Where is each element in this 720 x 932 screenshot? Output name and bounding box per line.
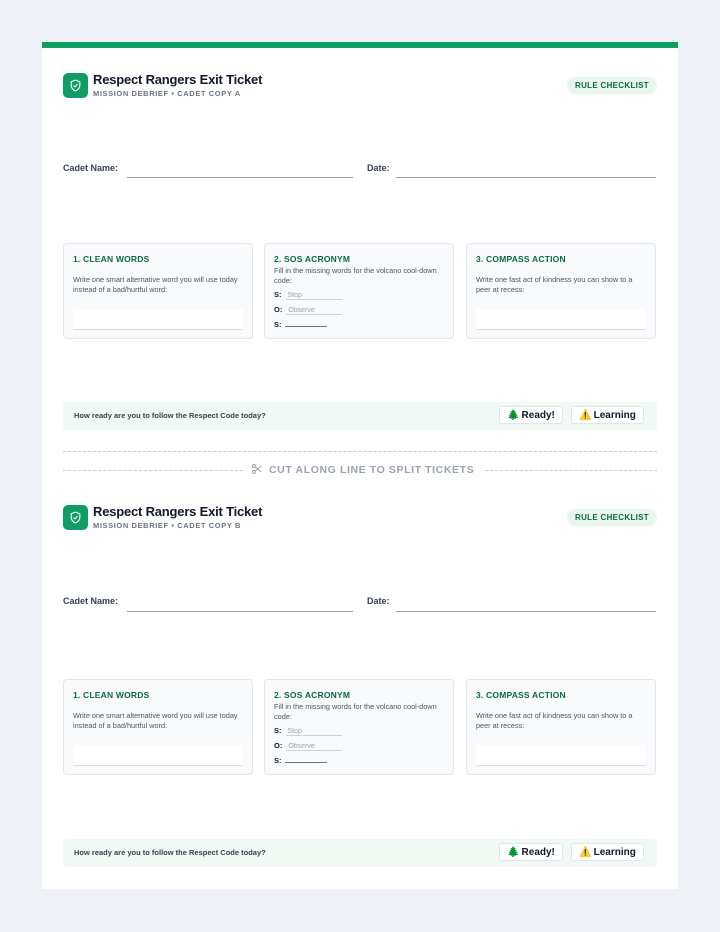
sos-row-o: O: Observe <box>274 741 343 751</box>
exit-ticket-sheet: Respect Rangers Exit Ticket MISSION DEBR… <box>42 42 678 889</box>
ready-label: Ready! <box>521 846 555 858</box>
card-title: 2. SOS ACRONYM <box>274 690 351 700</box>
card-clean-words: 1. CLEAN WORDS Write one smart alternati… <box>63 679 253 775</box>
shield-check-icon <box>63 73 88 98</box>
sos-field-observe[interactable]: Observe <box>286 743 343 751</box>
learning-button[interactable]: ⚠️ Learning <box>571 843 644 861</box>
readiness-question: How ready are you to follow the Respect … <box>74 848 266 857</box>
card-description: Write one fast act of kindness you can s… <box>476 711 633 730</box>
card-title: 3. COMPASS ACTION <box>476 690 566 700</box>
card-compass-action: 3. COMPASS ACTION Write one fast act of … <box>466 243 656 339</box>
sos-field-stop[interactable]: Stop <box>285 728 342 736</box>
card-sos-acronym: 2. SOS ACRONYM Fill in the missing words… <box>264 679 454 775</box>
sos-letter: S: <box>274 756 282 765</box>
warning-icon: ⚠️ <box>579 846 592 858</box>
clean-words-answer-box[interactable] <box>73 745 243 766</box>
clean-words-answer-box[interactable] <box>73 309 243 330</box>
date-field[interactable] <box>396 177 656 178</box>
sos-letter: O: <box>274 305 283 314</box>
dashed-divider-left <box>63 470 243 471</box>
card-compass-action: 3. COMPASS ACTION Write one fast act of … <box>466 679 656 775</box>
card-description: Write one smart alternative word you wil… <box>73 711 238 730</box>
sos-letter: S: <box>274 320 282 329</box>
ready-label: Ready! <box>521 409 555 421</box>
sos-row-s2: S: <box>274 319 327 329</box>
readiness-question: How ready are you to follow the Respect … <box>74 411 266 420</box>
date-field[interactable] <box>396 611 656 612</box>
cadet-name-field[interactable] <box>127 177 353 178</box>
card-sos-acronym: 2. SOS ACRONYM Fill in the missing words… <box>264 243 454 339</box>
dashed-divider <box>63 451 657 452</box>
learning-button[interactable]: ⚠️ Learning <box>571 406 644 424</box>
sos-field-blank[interactable] <box>284 755 327 763</box>
date-label: Date: <box>367 596 390 606</box>
evergreen-tree-icon: 🌲 <box>507 409 520 421</box>
cadet-name-field[interactable] <box>127 611 353 612</box>
compass-action-answer-box[interactable] <box>476 745 646 766</box>
sos-letter: S: <box>274 726 282 735</box>
learning-label: Learning <box>593 846 636 858</box>
ticket-title: Respect Rangers Exit Ticket <box>93 72 263 87</box>
dashed-divider-right <box>485 470 657 471</box>
rule-checklist-badge: RULE CHECKLIST <box>567 509 657 526</box>
accent-top-bar <box>42 42 678 48</box>
compass-action-answer-box[interactable] <box>476 309 646 330</box>
date-label: Date: <box>367 163 390 173</box>
sos-field-observe[interactable]: Observe <box>286 307 343 315</box>
warning-icon: ⚠️ <box>579 409 592 421</box>
cut-line: CUT ALONG LINE TO SPLIT TICKETS <box>63 448 657 478</box>
scissors-icon <box>251 463 263 478</box>
readiness-bar: How ready are you to follow the Respect … <box>63 839 657 867</box>
shield-check-icon <box>63 505 88 530</box>
cadet-name-label: Cadet Name: <box>63 596 119 606</box>
sos-field-blank[interactable] <box>284 319 327 327</box>
readiness-bar: How ready are you to follow the Respect … <box>63 402 657 430</box>
card-title: 1. CLEAN WORDS <box>73 690 150 700</box>
cadet-name-label: Cadet Name: <box>63 163 119 173</box>
ticket-subtitle: MISSION DEBRIEF • CADET COPY B <box>93 521 242 530</box>
card-description: Fill in the missing words for the volcan… <box>274 702 437 721</box>
rule-checklist-badge: RULE CHECKLIST <box>567 77 657 94</box>
sos-row-o: O: Observe <box>274 305 343 315</box>
learning-label: Learning <box>593 409 636 421</box>
ticket-title: Respect Rangers Exit Ticket <box>93 504 263 519</box>
evergreen-tree-icon: 🌲 <box>507 846 520 858</box>
sos-row-s1: S: Stop <box>274 290 342 300</box>
sos-field-stop[interactable]: Stop <box>285 292 342 300</box>
card-title: 1. CLEAN WORDS <box>73 254 150 264</box>
card-clean-words: 1. CLEAN WORDS Write one smart alternati… <box>63 243 253 339</box>
ticket-subtitle: MISSION DEBRIEF • CADET COPY A <box>93 89 241 98</box>
cut-instruction: CUT ALONG LINE TO SPLIT TICKETS <box>251 463 481 477</box>
sos-row-s2: S: <box>274 755 327 765</box>
card-description: Fill in the missing words for the volcan… <box>274 266 437 285</box>
sos-letter: O: <box>274 741 283 750</box>
card-title: 3. COMPASS ACTION <box>476 254 566 264</box>
card-description: Write one fast act of kindness you can s… <box>476 275 633 294</box>
cut-label: CUT ALONG LINE TO SPLIT TICKETS <box>269 464 475 476</box>
sos-letter: S: <box>274 290 282 299</box>
card-description: Write one smart alternative word you wil… <box>73 275 238 294</box>
ready-button[interactable]: 🌲 Ready! <box>499 843 563 861</box>
ready-button[interactable]: 🌲 Ready! <box>499 406 563 424</box>
card-title: 2. SOS ACRONYM <box>274 254 351 264</box>
sos-row-s1: S: Stop <box>274 726 342 736</box>
